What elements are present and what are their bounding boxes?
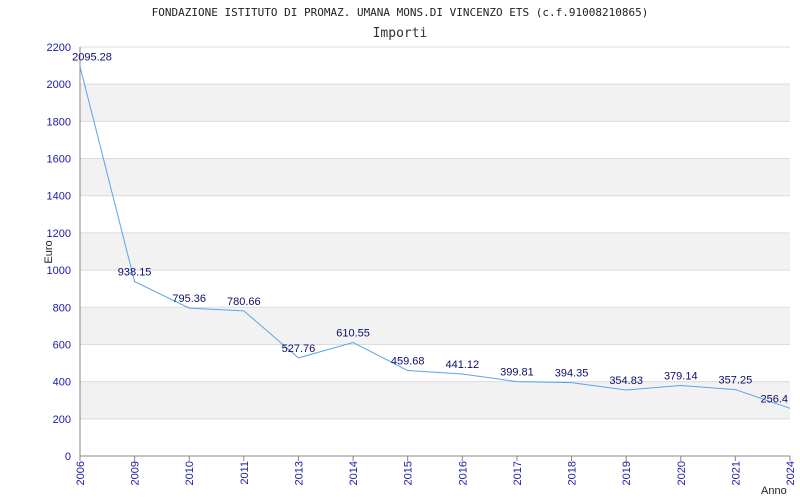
x-axis-label: Anno xyxy=(761,485,787,497)
x-tick-label: 2021 xyxy=(730,461,742,485)
x-tick-label: 2015 xyxy=(403,461,415,485)
y-tick-label: 400 xyxy=(53,377,71,389)
data-label: 527.76 xyxy=(282,343,316,355)
grid-band xyxy=(80,84,790,122)
x-tick-label: 2016 xyxy=(457,461,469,485)
x-tick-label: 2024 xyxy=(785,461,797,485)
y-tick-label: 1800 xyxy=(47,116,71,128)
data-label: 459.68 xyxy=(391,356,425,368)
data-label: 795.36 xyxy=(172,293,206,305)
x-tick-label: 2014 xyxy=(348,461,360,485)
y-tick-label: 2000 xyxy=(47,79,71,91)
chart-title: FONDAZIONE ISTITUTO DI PROMAZ. UMANA MON… xyxy=(152,6,649,19)
data-label: 379.14 xyxy=(664,371,698,383)
data-label: 394.35 xyxy=(555,368,589,380)
grid-band xyxy=(80,381,790,419)
y-tick-label: 1200 xyxy=(47,228,71,240)
y-tick-label: 200 xyxy=(53,414,71,426)
y-tick-label: 800 xyxy=(53,302,71,314)
data-label: 2095.28 xyxy=(72,51,112,63)
y-tick-label: 600 xyxy=(53,339,71,351)
line-chart: FONDAZIONE ISTITUTO DI PROMAZ. UMANA MON… xyxy=(43,6,797,497)
y-tick-label: 2200 xyxy=(47,42,71,54)
y-tick-label: 0 xyxy=(65,451,71,463)
x-axis-ticks: 2006 2009 2010 2011 2013 2014 2015 2016 2017 2018… xyxy=(75,456,797,485)
grid-band xyxy=(80,158,790,196)
chart-subtitle: Importi xyxy=(373,26,428,41)
data-label: 441.12 xyxy=(445,359,479,371)
y-tick-label: 1400 xyxy=(47,191,71,203)
x-tick-label: 2010 xyxy=(184,461,196,485)
x-tick-label: 2011 xyxy=(239,461,251,485)
x-tick-label: 2019 xyxy=(621,461,633,485)
x-tick-label: 2006 xyxy=(75,461,87,485)
data-label: 354.83 xyxy=(609,375,643,387)
x-tick-label: 2009 xyxy=(130,461,142,485)
x-tick-label: 2017 xyxy=(512,461,524,485)
x-tick-label: 2018 xyxy=(567,461,579,485)
data-label: 938.15 xyxy=(118,267,152,279)
y-axis-label: Euro xyxy=(43,240,55,263)
data-label: 610.55 xyxy=(336,327,370,339)
y-tick-label: 1000 xyxy=(47,265,71,277)
grid-band xyxy=(80,232,790,271)
y-tick-label: 1600 xyxy=(47,154,71,166)
data-label: 256.4 xyxy=(760,393,788,405)
x-tick-label: 2013 xyxy=(293,461,305,485)
grid-band xyxy=(80,307,790,345)
data-label: 780.66 xyxy=(227,296,261,308)
data-label: 357.25 xyxy=(719,375,753,387)
x-tick-label: 2020 xyxy=(676,461,688,485)
data-label: 399.81 xyxy=(500,367,534,379)
grid-bands xyxy=(80,84,790,419)
